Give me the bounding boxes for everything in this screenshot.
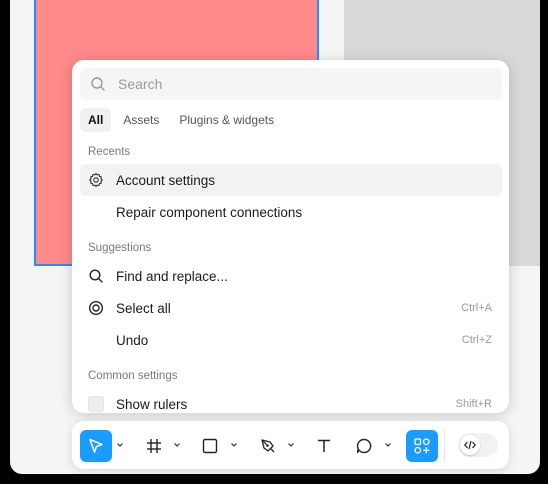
- section-heading-suggestions: Suggestions: [88, 242, 152, 254]
- search-box[interactable]: [80, 68, 502, 100]
- shape-tool-button[interactable]: [194, 430, 226, 462]
- square-icon: [202, 438, 218, 454]
- chevron-down-icon[interactable]: [287, 441, 295, 449]
- quick-actions-palette: All Assets Plugins & widgets Recents Acc…: [72, 60, 509, 413]
- search-icon: [89, 269, 103, 283]
- list-item-label: Account settings: [116, 172, 216, 188]
- actions-icon: [414, 438, 430, 454]
- text-icon: [318, 439, 330, 452]
- list-item-repair-component-connections[interactable]: Repair component connections: [80, 196, 502, 228]
- move-tool-button[interactable]: [80, 430, 112, 462]
- chevron-down-icon[interactable]: [116, 441, 124, 449]
- tab-all[interactable]: All: [80, 108, 112, 132]
- list-item-label: Undo: [116, 332, 149, 348]
- list-item-account-settings[interactable]: Account settings: [80, 164, 502, 196]
- hash-icon: [147, 439, 161, 453]
- dev-mode-toggle[interactable]: [458, 433, 498, 457]
- actions-tool-button[interactable]: [406, 430, 438, 462]
- shortcut-label: Ctrl+Z: [461, 334, 492, 346]
- target-icon: [88, 300, 104, 316]
- pen-tool-button[interactable]: [252, 430, 284, 462]
- list-item-label: Show rulers: [116, 396, 188, 412]
- list-item-show-rulers[interactable]: Show rulers Shift+R: [80, 388, 502, 413]
- comment-icon: [356, 438, 372, 454]
- frame-tool-button[interactable]: [138, 430, 170, 462]
- list-item-label: Select all: [116, 300, 171, 316]
- list-item-find-and-replace[interactable]: Find and replace...: [80, 260, 502, 292]
- toolbar-divider: [444, 429, 445, 461]
- code-icon: [463, 440, 477, 450]
- comment-tool-button[interactable]: [348, 430, 380, 462]
- list-item-select-all[interactable]: Select all Ctrl+A: [80, 292, 502, 324]
- tab-assets[interactable]: Assets: [115, 108, 167, 132]
- chevron-down-icon[interactable]: [173, 441, 181, 449]
- search-input[interactable]: [116, 75, 480, 93]
- chevron-down-icon[interactable]: [384, 441, 392, 449]
- gear-icon: [89, 172, 103, 188]
- tab-plugins-widgets[interactable]: Plugins & widgets: [171, 108, 282, 132]
- cursor-icon: [89, 438, 103, 453]
- chevron-down-icon[interactable]: [230, 441, 238, 449]
- shortcut-label: Ctrl+A: [461, 302, 492, 314]
- bottom-toolbar: [72, 421, 509, 469]
- filter-tabs: All Assets Plugins & widgets: [80, 108, 282, 132]
- pen-icon: [261, 439, 275, 453]
- search-icon: [91, 77, 105, 91]
- text-tool-button[interactable]: [308, 430, 340, 462]
- shortcut-label: Shift+R: [455, 398, 492, 410]
- list-item-undo[interactable]: Undo Ctrl+Z: [80, 324, 502, 356]
- section-heading-common-settings: Common settings: [88, 370, 178, 382]
- list-item-label: Find and replace...: [116, 268, 228, 284]
- list-item-label: Repair component connections: [116, 204, 303, 220]
- dev-mode-knob: [460, 435, 480, 455]
- show-rulers-checkbox[interactable]: [88, 396, 104, 412]
- section-heading-recents: Recents: [88, 146, 131, 158]
- design-canvas[interactable]: All Assets Plugins & widgets Recents Acc…: [10, 0, 540, 474]
